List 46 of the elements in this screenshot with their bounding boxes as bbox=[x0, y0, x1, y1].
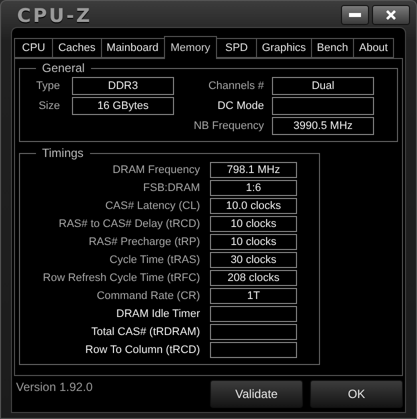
field-label: RAS# to CAS# Delay (tRCD) bbox=[58, 218, 200, 230]
field-label: Type bbox=[35, 80, 60, 92]
field-label: Cycle Time (tRAS) bbox=[108, 254, 200, 266]
field-label: Total CAS# (tRDRAM) bbox=[90, 326, 200, 338]
version-text: Version 1.92.0 bbox=[16, 380, 94, 394]
group-title: Timings bbox=[41, 146, 85, 160]
tab[interactable]: CPU bbox=[14, 38, 54, 58]
field-label: DC Mode bbox=[216, 100, 264, 112]
value-field: 10.0 clocks bbox=[210, 198, 297, 214]
value-field: 10 clocks bbox=[210, 234, 297, 250]
tab[interactable]: Caches bbox=[52, 38, 102, 58]
tab[interactable]: About bbox=[353, 38, 394, 58]
close-button[interactable] bbox=[372, 5, 410, 25]
value-field: 208 clocks bbox=[210, 270, 297, 286]
field-label: Size bbox=[38, 100, 60, 112]
tab[interactable]: Mainboard bbox=[100, 38, 165, 58]
validate-button[interactable]: Validate bbox=[210, 380, 303, 408]
value-field: 30 clocks bbox=[210, 252, 297, 268]
field-label: CAS# Latency (CL) bbox=[104, 200, 200, 212]
field-label: Row Refresh Cycle Time (tRFC) bbox=[42, 272, 200, 284]
minimize-icon bbox=[349, 13, 361, 17]
value-field: Dual bbox=[272, 77, 374, 95]
value-field: 1:6 bbox=[210, 180, 297, 196]
value-field: 798.1 MHz bbox=[210, 162, 297, 178]
value-field: 1T bbox=[210, 288, 297, 304]
value-field: DDR3 bbox=[72, 77, 174, 95]
field-label: RAS# Precharge (tRP) bbox=[88, 236, 200, 248]
close-icon bbox=[386, 10, 396, 20]
field-label: NB Frequency bbox=[192, 120, 264, 132]
tab[interactable]: Memory bbox=[164, 36, 218, 59]
ok-button[interactable]: OK bbox=[310, 380, 403, 408]
field-label: DRAM Idle Timer bbox=[115, 308, 200, 320]
field-label: FSB:DRAM bbox=[142, 182, 200, 194]
tab[interactable]: Bench bbox=[310, 38, 354, 58]
field-label: Command Rate (CR) bbox=[96, 290, 200, 302]
value-field: 16 GBytes bbox=[72, 97, 174, 115]
minimize-button[interactable] bbox=[341, 5, 369, 25]
field-label: Channels # bbox=[207, 80, 264, 92]
window-title: CPU-Z bbox=[17, 5, 92, 27]
field-label: Row To Column (tRCD) bbox=[84, 344, 200, 356]
tab[interactable]: Graphics bbox=[256, 38, 312, 58]
field-label: DRAM Frequency bbox=[112, 164, 200, 176]
value-field: 10 clocks bbox=[210, 216, 297, 232]
group-title: General bbox=[41, 61, 86, 75]
tab[interactable]: SPD bbox=[216, 38, 257, 58]
value-field: 3990.5 MHz bbox=[272, 117, 374, 135]
